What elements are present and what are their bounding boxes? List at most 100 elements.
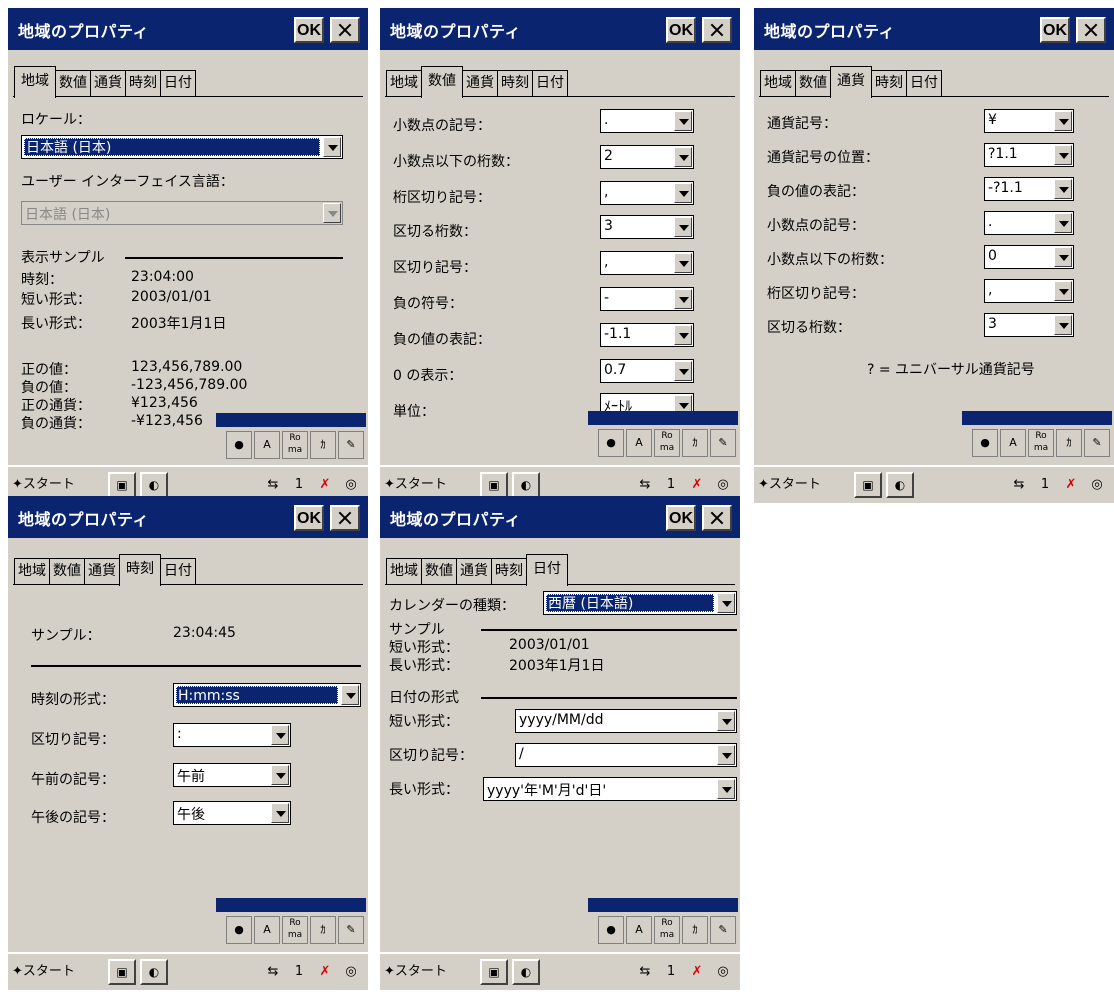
tray-number: 1	[666, 964, 676, 979]
network-icon: ⇆	[639, 964, 651, 979]
input-panel[interactable]: ● A Ro ma ｶ ✎	[962, 411, 1112, 461]
app-icon[interactable]: ◐	[512, 472, 540, 498]
row-select[interactable]: 0	[984, 245, 1074, 269]
tab-currency[interactable]: 通貨	[462, 70, 498, 96]
short-format-select[interactable]: yyyy/MM/dd	[515, 709, 737, 733]
ok-button[interactable]: OK	[666, 17, 696, 43]
row-select[interactable]: ,	[984, 279, 1074, 303]
close-icon[interactable]	[1076, 17, 1106, 43]
row-select[interactable]: ¥	[984, 109, 1074, 133]
start-button[interactable]: ✦スタート	[384, 473, 447, 492]
app-icon[interactable]: ▣	[108, 959, 136, 985]
close-icon[interactable]	[330, 505, 360, 531]
app-icon[interactable]: ▣	[108, 472, 136, 498]
tab-time[interactable]: 時刻	[119, 554, 161, 586]
calendar-select[interactable]: 西暦 (日本語)	[543, 591, 737, 615]
row-label: 負の通貨：	[21, 416, 91, 432]
tab-date[interactable]: 日付	[160, 70, 196, 96]
ok-button[interactable]: OK	[666, 505, 696, 531]
row-select[interactable]: .	[984, 211, 1074, 235]
row-select[interactable]: ,	[600, 181, 694, 205]
start-button[interactable]: ✦スタート	[12, 960, 75, 979]
font-icon: A	[254, 431, 280, 459]
row-label: 区切る桁数：	[767, 320, 851, 336]
window-title: 地域のプロパティ	[390, 510, 522, 529]
row-select[interactable]: ,	[600, 251, 694, 275]
row-select[interactable]: -?1.1	[984, 177, 1074, 201]
app-icon[interactable]: ▣	[480, 472, 508, 498]
long-label: 長い形式：	[389, 658, 459, 674]
chevron-down-icon	[717, 711, 735, 731]
app-icon[interactable]: ▣	[480, 959, 508, 985]
globe-icon: ●	[226, 431, 252, 459]
tab-region[interactable]: 地域	[386, 70, 422, 96]
roma-icon: Ro ma	[654, 916, 680, 944]
tab-bar: 地域 数値 通貨 時刻 日付	[760, 66, 942, 98]
title-bar: 地域のプロパティ OK	[380, 496, 740, 538]
tab-region[interactable]: 地域	[760, 70, 796, 96]
tab-bar: 地域 数値 通貨 時刻 日付	[14, 66, 196, 98]
row-select[interactable]: -1.1	[600, 323, 694, 347]
tab-date[interactable]: 日付	[532, 70, 568, 96]
tab-date[interactable]: 日付	[906, 70, 942, 96]
row-select[interactable]: .	[600, 109, 694, 133]
app-icon[interactable]: ◐	[512, 959, 540, 985]
input-panel[interactable]: ● A Ro ma ｶ ✎	[216, 898, 366, 948]
roma-icon: Ro ma	[654, 429, 680, 457]
row-select[interactable]: 午後	[173, 801, 291, 825]
ok-button[interactable]: OK	[294, 17, 324, 43]
tab-region[interactable]: 地域	[386, 558, 422, 584]
tab-number[interactable]: 数値	[55, 70, 91, 96]
tab-currency[interactable]: 通貨	[84, 558, 120, 584]
app-icon[interactable]: ◐	[140, 959, 168, 985]
tab-time[interactable]: 時刻	[497, 70, 533, 96]
long-format-select[interactable]: yyyy'年'M'月'd'日'	[483, 777, 737, 801]
row-select[interactable]: 3	[600, 215, 694, 239]
time-format-select[interactable]: H:mm:ss	[173, 683, 361, 707]
tab-currency[interactable]: 通貨	[90, 70, 126, 96]
close-icon[interactable]	[702, 17, 732, 43]
row-value: -123,456,789.00	[131, 377, 248, 393]
row-value: -¥123,456	[131, 413, 203, 429]
input-panel[interactable]: ● A Ro ma ｶ ✎	[588, 411, 738, 461]
tab-currency[interactable]: 通貨	[456, 558, 492, 584]
start-button[interactable]: ✦スタート	[12, 473, 75, 492]
row-select[interactable]: -	[600, 287, 694, 311]
tab-number[interactable]: 数値	[421, 558, 457, 584]
locale-select[interactable]: 日本語 (日本)	[21, 135, 343, 159]
input-panel[interactable]: ● A Ro ma ｶ ✎	[216, 413, 366, 463]
ok-button[interactable]: OK	[1040, 17, 1070, 43]
tab-date[interactable]: 日付	[526, 554, 568, 586]
tab-currency[interactable]: 通貨	[830, 66, 872, 98]
row-select[interactable]: 午前	[173, 763, 291, 787]
roma-icon: Ro ma	[1028, 429, 1054, 457]
row-select[interactable]: ?1.1	[984, 143, 1074, 167]
globe-icon: ●	[226, 916, 252, 944]
close-icon[interactable]	[702, 505, 732, 531]
app-icon[interactable]: ◐	[140, 472, 168, 498]
tab-region[interactable]: 地域	[14, 66, 56, 98]
tab-number[interactable]: 数値	[421, 66, 463, 98]
tab-date[interactable]: 日付	[160, 558, 196, 584]
tab-time[interactable]: 時刻	[125, 70, 161, 96]
tab-region[interactable]: 地域	[14, 558, 50, 584]
tab-time[interactable]: 時刻	[491, 558, 527, 584]
start-button[interactable]: ✦スタート	[384, 960, 447, 979]
tab-time[interactable]: 時刻	[871, 70, 907, 96]
row-label: 通貨記号：	[767, 116, 837, 132]
tab-number[interactable]: 数値	[795, 70, 831, 96]
tray-number: 1	[666, 477, 676, 492]
row-select[interactable]: 0.7	[600, 359, 694, 383]
app-icon[interactable]: ▣	[854, 472, 882, 498]
app-icon[interactable]: ◐	[886, 472, 914, 498]
separator-select[interactable]: /	[515, 743, 737, 767]
short-label: 短い形式：	[389, 640, 459, 656]
close-icon[interactable]	[330, 17, 360, 43]
input-panel[interactable]: ● A Ro ma ｶ ✎	[588, 898, 738, 948]
row-select[interactable]: 2	[600, 145, 694, 169]
tab-number[interactable]: 数値	[49, 558, 85, 584]
row-select[interactable]: :	[173, 723, 291, 747]
row-select[interactable]: 3	[984, 313, 1074, 337]
start-button[interactable]: ✦スタート	[758, 473, 821, 492]
ok-button[interactable]: OK	[294, 505, 324, 531]
